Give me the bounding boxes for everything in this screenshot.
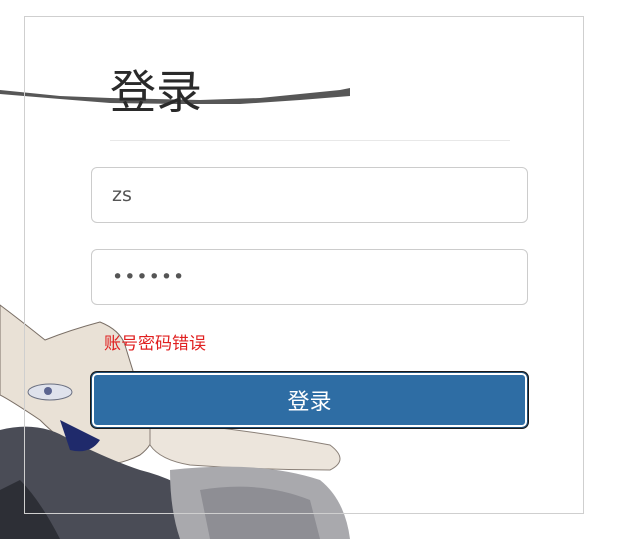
username-input[interactable] xyxy=(91,167,528,223)
login-button[interactable]: 登录 xyxy=(91,372,528,428)
page-title: 登录 xyxy=(110,65,202,119)
title-divider xyxy=(110,140,510,141)
password-input[interactable] xyxy=(91,249,528,305)
error-message: 账号密码错误 xyxy=(104,334,206,354)
